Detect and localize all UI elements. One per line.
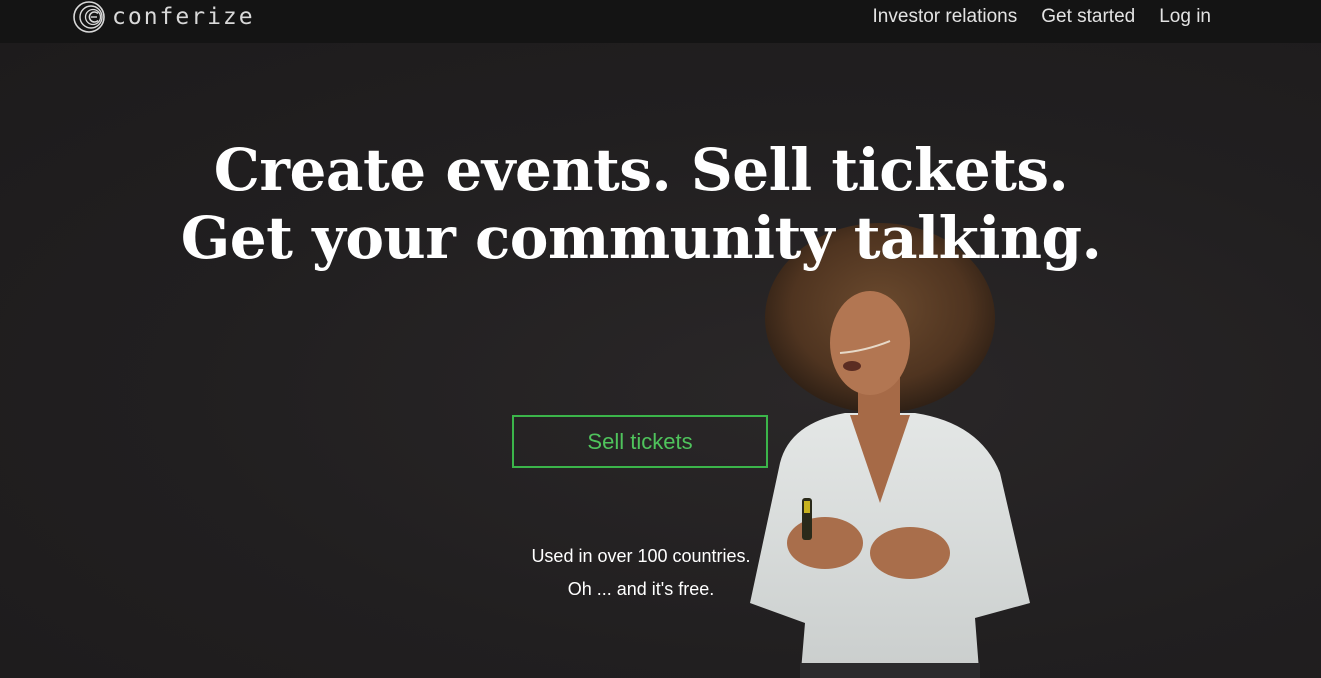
brand-logo[interactable]: conferize [72, 0, 255, 34]
hero-headline: Create events. Sell tickets. Get your co… [0, 136, 1282, 272]
conferize-logo-icon [73, 1, 105, 33]
tagline-line-2: Oh ... and it's free. [567, 579, 715, 599]
hero-tagline: Used in over 100 countries. Oh ... and i… [471, 540, 811, 606]
sell-tickets-button[interactable]: Sell tickets [512, 415, 768, 468]
main-nav: Investor relations Get started Log in [849, 0, 1211, 34]
headline-line-2: Get your community talking. [180, 204, 1102, 272]
hero-section: Create events. Sell tickets. Get your co… [0, 43, 1321, 678]
brand-name: conferize [112, 4, 255, 30]
speaker-photo [750, 223, 1030, 678]
headline-line-1: Create events. Sell tickets. [213, 136, 1069, 204]
tagline-line-1: Used in over 100 countries. [531, 546, 751, 566]
top-navigation-bar: conferize Investor relations Get started… [0, 0, 1321, 43]
nav-investor-relations-link[interactable]: Investor relations [873, 6, 1018, 28]
nav-log-in-link[interactable]: Log in [1159, 6, 1211, 28]
nav-get-started-link[interactable]: Get started [1041, 6, 1135, 28]
